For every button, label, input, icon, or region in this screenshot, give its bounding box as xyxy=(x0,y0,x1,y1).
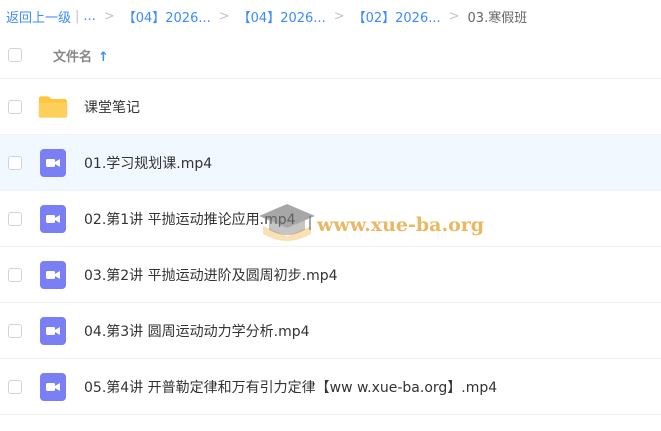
sort-ascending-icon[interactable]: ↑ xyxy=(98,50,109,65)
list-item[interactable]: 课堂笔记 xyxy=(0,79,661,135)
breadcrumb-ellipsis[interactable]: ... xyxy=(83,9,95,24)
breadcrumb-separator: > xyxy=(218,8,230,24)
row-checkbox[interactable] xyxy=(8,379,22,394)
breadcrumb-item-3[interactable]: 【02】2026... xyxy=(353,7,441,26)
breadcrumb-separator: > xyxy=(103,8,115,24)
row-checkbox[interactable] xyxy=(8,323,22,338)
file-name[interactable]: 04.第3讲 圆周运动动力学分析.mp4 xyxy=(84,321,310,341)
folder-icon xyxy=(38,92,68,122)
column-title-filename[interactable]: 文件名 ↑ xyxy=(53,46,109,65)
file-name[interactable]: 02.第1讲 平抛运动推论应用.mp4 xyxy=(84,209,296,229)
video-file-icon xyxy=(38,316,68,346)
row-checkbox[interactable] xyxy=(8,267,22,282)
video-file-icon xyxy=(38,260,68,290)
video-file-icon xyxy=(38,148,68,178)
video-file-icon xyxy=(38,204,68,234)
row-checkbox[interactable] xyxy=(8,99,22,114)
breadcrumb-pipe: | xyxy=(75,8,80,24)
column-title-label: 文件名 xyxy=(53,49,93,65)
file-name[interactable]: 课堂笔记 xyxy=(84,97,140,117)
row-checkbox[interactable] xyxy=(8,211,22,226)
file-name[interactable]: 01.学习规划课.mp4 xyxy=(84,153,212,173)
select-all-checkbox[interactable] xyxy=(8,48,22,62)
row-checkbox[interactable] xyxy=(8,155,22,170)
list-item[interactable]: 05.第4讲 开普勒定律和万有引力定律【ww w.xue-ba.org】.mp4 xyxy=(0,359,661,415)
breadcrumb-item-2[interactable]: 【04】2026... xyxy=(238,7,326,26)
list-item[interactable]: 03.第2讲 平抛运动进阶及圆周初步.mp4 xyxy=(0,247,661,303)
list-header: 文件名 ↑ xyxy=(0,32,661,79)
breadcrumb-current: 03.寒假班 xyxy=(467,10,528,26)
file-browser: 返回上一级 | ... > 【04】2026... > 【04】2026... … xyxy=(0,0,661,431)
video-file-icon xyxy=(38,372,68,402)
breadcrumb-separator: > xyxy=(333,8,345,24)
list-item[interactable]: 02.第1讲 平抛运动推论应用.mp4 xyxy=(0,191,661,247)
file-name[interactable]: 05.第4讲 开普勒定律和万有引力定律【ww w.xue-ba.org】.mp4 xyxy=(84,377,497,397)
list-item[interactable]: 04.第3讲 圆周运动动力学分析.mp4 xyxy=(0,303,661,359)
file-name[interactable]: 03.第2讲 平抛运动进阶及圆周初步.mp4 xyxy=(84,265,338,285)
breadcrumb-separator: > xyxy=(448,8,460,24)
breadcrumb: 返回上一级 | ... > 【04】2026... > 【04】2026... … xyxy=(0,0,661,32)
back-link[interactable]: 返回上一级 xyxy=(6,7,71,26)
breadcrumb-item-1[interactable]: 【04】2026... xyxy=(123,7,211,26)
list-item[interactable]: 01.学习规划课.mp4 xyxy=(0,135,661,191)
